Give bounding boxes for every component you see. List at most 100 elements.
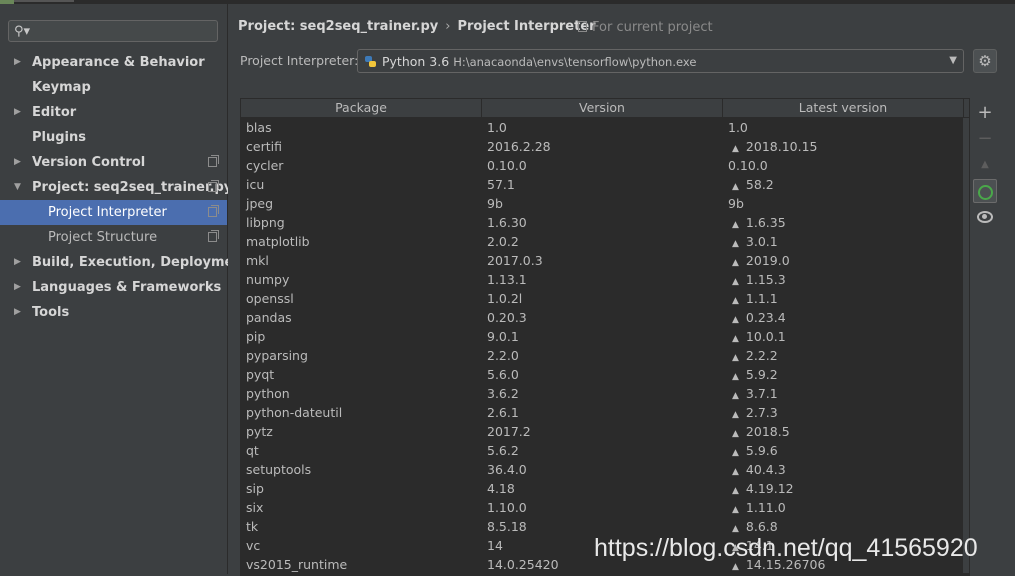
dropdown-arrow-icon[interactable]: ▼ [949,55,957,66]
tree-item-project[interactable]: ▼ Project: seq2seq_trainer.py [0,175,232,200]
table-row[interactable]: setuptools 36.4.0 ▲ 40.4.3 [241,460,969,479]
table-row[interactable]: six 1.10.0 ▲ 1.11.0 [241,498,969,517]
table-row[interactable]: matplotlib 2.0.2 ▲ 3.0.1 [241,232,969,251]
package-name-cell: sip [246,481,264,496]
search-icon: ⚲▾ [14,24,31,39]
breadcrumb-project: Project: seq2seq_trainer.py [238,19,439,34]
tree-item-appearance[interactable]: ▶ Appearance & Behavior [0,50,227,75]
column-header-version[interactable]: Version [482,99,723,117]
package-name-cell: openssl [246,291,294,306]
scope-note: For current project [578,20,713,35]
table-row[interactable]: mkl 2017.0.3 ▲ 2019.0 [241,251,969,270]
table-row[interactable]: pip 9.0.1 ▲ 10.0.1 [241,327,969,346]
remove-package-button[interactable]: − [973,127,997,151]
table-row[interactable]: pyparsing 2.2.0 ▲ 2.2.2 [241,346,969,365]
latest-version-text: 40.4.3 [745,462,786,477]
tree-item-tools[interactable]: ▶ Tools [0,300,227,325]
expand-arrow-icon[interactable]: ▶ [14,100,21,125]
latest-version-text: 2.7.3 [745,405,778,420]
scope-text: For current project [592,20,713,35]
column-header-package[interactable]: Package [241,99,482,117]
table-row[interactable]: python 3.6.2 ▲ 3.7.1 [241,384,969,403]
latest-version-text: 3.7.1 [745,386,778,401]
table-row[interactable]: icu 57.1 ▲ 58.2 [241,175,969,194]
table-row[interactable]: numpy 1.13.1 ▲ 1.15.3 [241,270,969,289]
version-cell: 1.6.30 [487,215,527,230]
tree-item-project-interpreter[interactable]: Project Interpreter [0,200,227,225]
package-name-cell: setuptools [246,462,312,477]
expand-arrow-icon[interactable]: ▶ [14,250,21,275]
table-row[interactable]: sip 4.18 ▲ 4.19.12 [241,479,969,498]
package-name-cell: icu [246,177,265,192]
table-row[interactable]: blas 1.0 1.0 [241,118,969,137]
latest-version-text: 0.23.4 [745,310,786,325]
package-name-cell: six [246,500,264,515]
collapse-arrow-icon[interactable]: ▼ [14,175,21,200]
expand-arrow-icon[interactable]: ▶ [14,50,21,75]
version-cell: 5.6.2 [487,443,519,458]
table-row[interactable]: qt 5.6.2 ▲ 5.9.6 [241,441,969,460]
project-scope-icon [208,205,219,217]
eye-icon [977,211,993,223]
tree-item-languages[interactable]: ▶ Languages & Frameworks [0,275,227,300]
table-row[interactable]: pyqt 5.6.0 ▲ 5.9.2 [241,365,969,384]
show-early-releases-toggle[interactable] [973,205,997,229]
package-name-cell: mkl [246,253,269,268]
package-name-cell: pandas [246,310,292,325]
version-cell: 2017.0.3 [487,253,543,268]
latest-version-text: 2018.10.15 [745,139,818,154]
version-cell: 0.10.0 [487,158,527,173]
package-name-cell: cycler [246,158,284,173]
plus-icon: + [977,102,993,123]
project-scope-icon [578,21,587,32]
table-body: blas 1.0 1.0 certifi 2016.2.28 ▲ 2018.10.15 cyc… [241,118,969,574]
package-name-cell: pip [246,329,266,344]
tree-item-label: Keymap [32,80,91,95]
tree-item-label: Build, Execution, Deployment [32,255,249,270]
version-cell: 2.0.2 [487,234,519,249]
package-name-cell: pyqt [246,367,275,382]
latest-version-cell: 0.10.0 [728,158,768,173]
tree-item-build[interactable]: ▶ Build, Execution, Deployment [0,250,249,275]
latest-version-text: 8.6.8 [745,519,778,534]
version-cell: 36.4.0 [487,462,527,477]
table-row[interactable]: pandas 0.20.3 ▲ 0.23.4 [241,308,969,327]
tree-item-label: Project: seq2seq_trainer.py [32,180,233,195]
upgrade-package-button[interactable]: ▲ [973,153,997,177]
use-conda-toggle[interactable] [973,179,997,203]
tree-item-plugins[interactable]: Plugins [0,125,227,150]
version-cell: 5.6.0 [487,367,519,382]
add-package-button[interactable]: + [973,101,997,125]
expand-arrow-icon[interactable]: ▶ [14,275,21,300]
interpreter-settings-button[interactable]: ⚙ [973,49,997,73]
column-header-latest-version[interactable]: Latest version [723,99,964,117]
tree-item-label: Appearance & Behavior [32,55,205,70]
table-row[interactable]: openssl 1.0.2l ▲ 1.1.1 [241,289,969,308]
interpreter-value: Python 3.6 H:\anacaonda\envs\tensorflow\p… [382,54,696,69]
table-row[interactable]: cycler 0.10.0 0.10.0 [241,156,969,175]
table-row[interactable]: certifi 2016.2.28 ▲ 2018.10.15 [241,137,969,156]
tree-item-keymap[interactable]: Keymap [0,75,227,100]
table-row[interactable]: pytz 2017.2 ▲ 2018.5 [241,422,969,441]
upgrade-icon: ▲ [981,159,989,170]
breadcrumb-separator: › [445,19,451,34]
table-scrollbar[interactable] [963,118,969,573]
settings-search-input[interactable]: ⚲▾ [8,20,218,42]
latest-version-text: 5.9.6 [745,443,778,458]
tree-item-editor[interactable]: ▶ Editor [0,100,227,125]
version-cell: 1.10.0 [487,500,527,515]
gear-icon: ⚙ [978,52,992,70]
version-cell: 1.0 [487,120,507,135]
expand-arrow-icon[interactable]: ▶ [14,300,21,325]
tree-item-version-control[interactable]: ▶ Version Control [0,150,227,175]
table-row[interactable]: jpeg 9b 9b [241,194,969,213]
settings-sidebar: ⚲▾ ▶ Appearance & Behavior Keymap ▶ Edit… [0,4,249,574]
packages-toolbar: + − ▲ [973,101,999,231]
table-row[interactable]: libpng 1.6.30 ▲ 1.6.35 [241,213,969,232]
table-row[interactable]: python-dateutil 2.6.1 ▲ 2.7.3 [241,403,969,422]
version-cell: 9.0.1 [487,329,519,344]
version-cell: 8.5.18 [487,519,527,534]
interpreter-select[interactable]: Python 3.6 H:\anacaonda\envs\tensorflow\p… [357,49,964,73]
expand-arrow-icon[interactable]: ▶ [14,150,21,175]
tree-item-project-structure[interactable]: Project Structure [0,225,227,250]
